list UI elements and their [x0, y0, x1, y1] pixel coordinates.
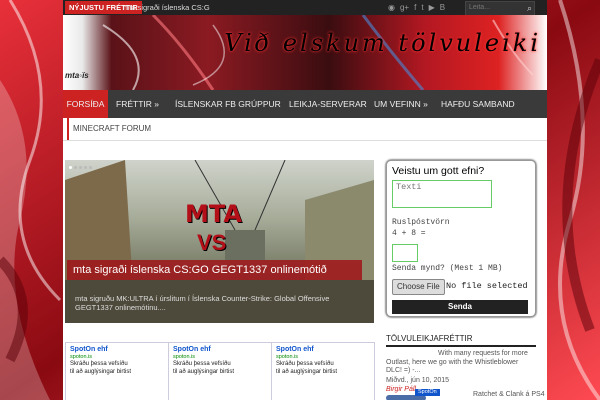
search-box: ⌕ [465, 1, 535, 16]
gaming-news-text[interactable]: With many requests for more Outlast, her… [386, 350, 528, 374]
ad-title[interactable]: SpotOn ehf [173, 346, 211, 353]
spam-label: Ruslpóstvörn [392, 218, 450, 227]
ad-line-1: Skráðu þessa vefsíðu [70, 361, 128, 367]
ad-box[interactable]: SpotOn ehf spoton.is Skráðu þessa vefsíð… [271, 342, 375, 400]
tip-textarea[interactable] [392, 180, 492, 208]
gaming-news-author: Birgir Páll [386, 386, 416, 393]
ad-title[interactable]: SpotOn ehf [70, 346, 108, 353]
nav-item-home[interactable]: Forsíða [63, 90, 108, 118]
slider-dot[interactable] [79, 166, 82, 169]
nav-item-fb-groups[interactable]: Íslenskar FB grúppur [175, 90, 281, 118]
spam-answer-input[interactable] [392, 244, 418, 262]
social-icons: ◉ g+ f t ▶ B [388, 2, 445, 13]
youtube-icon[interactable]: ▶ [429, 2, 435, 13]
slider-dot[interactable] [69, 166, 72, 169]
nav-item-contact[interactable]: Hafðu Samband [441, 90, 515, 118]
nav-item-news[interactable]: Fréttir » [116, 90, 159, 118]
slider-image-text-mta: MTA [185, 200, 242, 228]
ad-box[interactable]: SpotOn ehf spoton.is Skráðu þessa vefsíð… [65, 342, 169, 400]
ad-line-1: Skráðu þessa vefsíðu [276, 361, 334, 367]
slider-caption[interactable]: mta sigraði íslenska CS:GO GEGT1337 onli… [67, 260, 362, 280]
search-input[interactable] [466, 2, 524, 13]
breaking-news-link[interactable]: mta sigraði íslenska CS:G [123, 0, 210, 15]
top-bar: NÝJUSTU FRÉTTIR mta sigraði íslenska CS:… [63, 0, 547, 16]
gaming-news-heading: Tölvuleikjafréttir [386, 334, 536, 347]
site-container: NÝJUSTU FRÉTTIR mta sigraði íslenska CS:… [63, 0, 547, 400]
banner-title: Við elskum tölvuleiki [224, 29, 541, 57]
blogger-icon[interactable]: B [440, 2, 445, 13]
ads-badge[interactable]: SpotOn [415, 389, 440, 396]
send-button[interactable]: Senda [392, 300, 528, 314]
slider-dot[interactable] [84, 166, 87, 169]
header-banner[interactable]: Við elskum tölvuleiki mta◦ïs [63, 15, 547, 90]
ad-line-2: til að auglýsingar birtist [70, 369, 132, 375]
gaming-news-next[interactable]: Ratchet & Clank á PS4 - [473, 391, 547, 400]
gaming-news-author-name: Birgir Páll [386, 386, 416, 393]
ad-line-2: til að auglýsingar birtist [276, 369, 338, 375]
twitter-icon[interactable]: t [421, 2, 423, 13]
google-plus-icon[interactable]: g+ [400, 2, 409, 13]
search-icon[interactable]: ⌕ [527, 2, 532, 15]
featured-slider[interactable]: MTA VS mta sigraði íslenska CS:GO GEGT13… [65, 160, 374, 323]
nav-item-about[interactable]: Um vefinn » [374, 90, 428, 118]
ad-box[interactable]: SpotOn ehf spoton.is Skráðu þessa vefsíð… [168, 342, 272, 400]
slider-dot[interactable] [89, 166, 92, 169]
ad-title[interactable]: SpotOn ehf [276, 346, 314, 353]
ad-line-2: til að auglýsingar birtist [173, 369, 235, 375]
site-logo[interactable]: mta◦ïs [65, 71, 89, 80]
ad-url: spoton.is [276, 354, 299, 360]
ad-line-1: Skráðu þessa vefsíðu [173, 361, 231, 367]
submit-tip-widget: Veistu um gott efni? Ruslpóstvörn 4 + 8 … [386, 160, 536, 317]
gaming-news-excerpt[interactable]: With many requests for more Outlast, her… [386, 350, 536, 376]
slider-dots[interactable] [69, 166, 92, 169]
file-status: No file selected [446, 281, 528, 291]
slider-dot[interactable] [74, 166, 77, 169]
facebook-icon[interactable]: f [414, 2, 416, 13]
slider-excerpt: mta sigruðu MK:ULTRA í úrslitum í Íslens… [75, 294, 330, 312]
ad-url: spoton.is [70, 354, 93, 360]
nav-item-minecraft-forum[interactable]: Minecraft Forum [67, 118, 151, 140]
main-nav: Forsíða Fréttir » Íslenskar FB grúppur L… [63, 90, 547, 118]
slider-image-text-vs: VS [197, 230, 227, 255]
secondary-nav: Minecraft Forum [63, 118, 547, 141]
widget-title: Veistu um gott efni? [392, 165, 485, 177]
gaming-news-date: Miðvd., jún 10, 2015 [386, 377, 450, 384]
choose-file-button[interactable]: Choose File [392, 279, 445, 295]
spam-question: 4 + 8 = [392, 229, 426, 238]
nav-item-game-servers[interactable]: Leikja-Serverar [289, 90, 367, 118]
ad-url: spoton.is [173, 354, 196, 360]
image-upload-label: Senda mynd? (Mest 1 MB) [392, 264, 503, 273]
slider-title[interactable]: mta sigraði íslenska CS:GO GEGT1337 onli… [73, 264, 356, 276]
rss-icon[interactable]: ◉ [388, 2, 395, 13]
